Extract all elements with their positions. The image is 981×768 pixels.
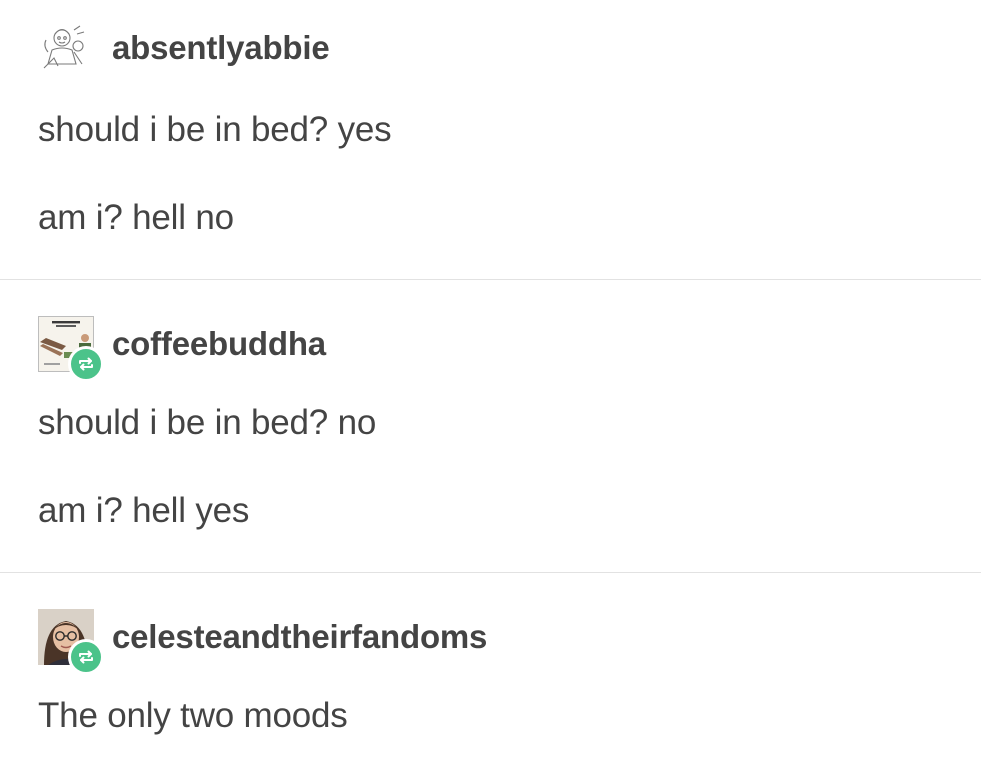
post-header: coffeebuddha	[38, 316, 326, 382]
post-text-line: should i be in bed? no	[38, 403, 377, 442]
avatar[interactable]	[38, 609, 104, 675]
post-text-line: am i? hell yes	[38, 491, 250, 530]
avatar[interactable]	[38, 20, 94, 76]
sketch-avatar-icon	[38, 20, 94, 76]
post-header: absentlyabbie	[38, 20, 330, 76]
reblog-badge	[68, 639, 104, 675]
username[interactable]: absentlyabbie	[112, 29, 330, 67]
post-text-line: The only two moods	[38, 696, 348, 735]
reblog-icon	[79, 357, 93, 371]
avatar[interactable]	[38, 316, 104, 382]
post-header: celesteandtheirfandoms	[38, 609, 487, 675]
post-divider	[0, 279, 981, 280]
reblog-badge	[68, 346, 104, 382]
username[interactable]: celesteandtheirfandoms	[112, 618, 487, 656]
post-text-line: should i be in bed? yes	[38, 110, 392, 149]
post-divider	[0, 572, 981, 573]
reblog-icon	[79, 650, 93, 664]
username[interactable]: coffeebuddha	[112, 325, 326, 363]
post-text-line: am i? hell no	[38, 198, 234, 237]
